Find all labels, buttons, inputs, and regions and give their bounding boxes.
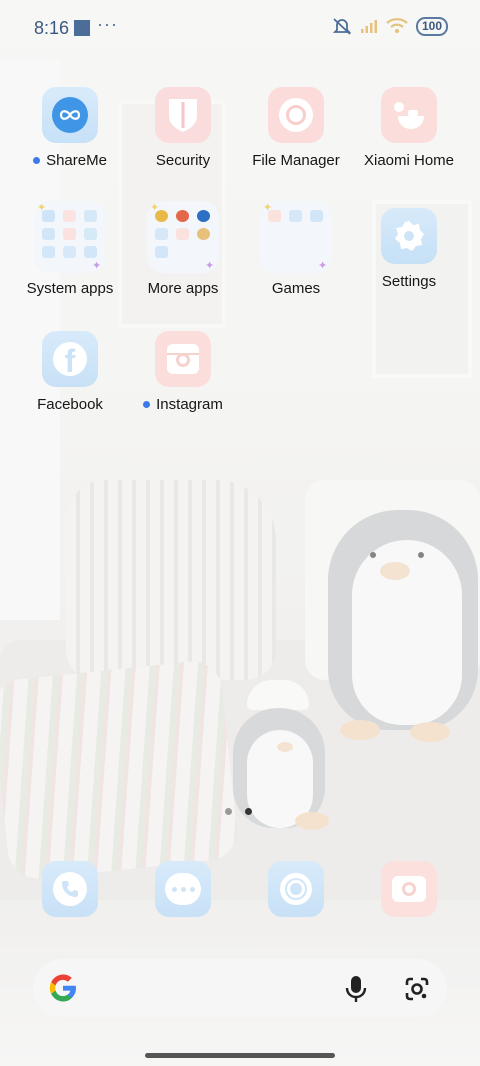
mic-icon[interactable] bbox=[344, 975, 368, 1003]
app-label: Settings bbox=[381, 273, 437, 290]
app-xiaomi-home[interactable]: Xiaomi Home bbox=[352, 87, 466, 169]
signal-icon bbox=[360, 20, 377, 33]
app-settings[interactable]: Settings bbox=[352, 208, 466, 290]
phone-icon bbox=[53, 872, 87, 906]
folder-system-apps[interactable]: ✦ ✦ System apps bbox=[13, 201, 127, 297]
more-notifications-icon: ··· bbox=[97, 14, 118, 34]
dock-chrome[interactable] bbox=[268, 861, 324, 917]
sparkle-icon: ✦ bbox=[37, 202, 47, 214]
app-label: More apps bbox=[147, 280, 219, 297]
chrome-icon bbox=[280, 873, 312, 905]
app-instagram[interactable]: Instagram bbox=[126, 331, 240, 413]
instagram-icon bbox=[155, 331, 211, 387]
xiaomi-home-icon bbox=[381, 87, 437, 143]
facebook-icon: f bbox=[42, 331, 98, 387]
app-label: Xiaomi Home bbox=[363, 152, 455, 169]
app-facebook[interactable]: f Facebook bbox=[13, 331, 127, 413]
new-indicator-dot bbox=[143, 401, 151, 408]
app-label: Instagram bbox=[156, 396, 223, 413]
shareme-icon bbox=[42, 87, 98, 143]
page-dot-active[interactable] bbox=[245, 808, 252, 815]
sparkle-icon: ✦ bbox=[263, 202, 273, 214]
dock-camera[interactable] bbox=[381, 861, 437, 917]
app-label: Games bbox=[271, 280, 321, 297]
dock-phone[interactable] bbox=[42, 861, 98, 917]
app-label: System apps bbox=[26, 280, 114, 297]
app-shareme[interactable]: ShareMe bbox=[13, 87, 127, 169]
settings-gear-icon bbox=[381, 208, 437, 264]
app-label: File Manager bbox=[252, 152, 340, 169]
google-search-bar[interactable] bbox=[33, 959, 447, 1017]
clock: 8:16 bbox=[34, 18, 70, 38]
app-label: Facebook bbox=[37, 396, 103, 413]
sparkle-icon: ✦ bbox=[318, 260, 328, 272]
page-dot[interactable] bbox=[225, 808, 232, 815]
status-bar: 8:16 ··· 100 bbox=[0, 0, 480, 56]
camera-icon bbox=[392, 876, 426, 902]
dock-messages[interactable] bbox=[155, 861, 211, 917]
google-logo-icon bbox=[49, 974, 76, 1002]
page-indicator bbox=[225, 808, 252, 815]
app-security[interactable]: Security bbox=[126, 87, 240, 169]
folder-more-apps[interactable]: ✦ ✦ More apps bbox=[126, 201, 240, 297]
sparkle-icon: ✦ bbox=[205, 260, 215, 272]
google-lens-icon[interactable] bbox=[404, 976, 430, 1002]
wifi-icon bbox=[386, 18, 408, 33]
app-label: Security bbox=[155, 152, 211, 169]
notification-square-icon bbox=[74, 20, 90, 36]
mute-bell-icon bbox=[332, 18, 352, 35]
app-label: ShareMe bbox=[46, 152, 107, 169]
sparkle-icon: ✦ bbox=[150, 202, 160, 214]
messages-icon bbox=[165, 873, 201, 905]
security-shield-icon bbox=[155, 87, 211, 143]
sparkle-icon: ✦ bbox=[92, 260, 102, 272]
battery-indicator: 100 bbox=[415, 16, 448, 36]
app-file-manager[interactable]: File Manager bbox=[239, 87, 353, 169]
new-indicator-dot bbox=[33, 157, 41, 164]
folder-games[interactable]: ✦ ✦ Games bbox=[239, 201, 353, 297]
gesture-nav-bar[interactable] bbox=[145, 1053, 335, 1058]
file-manager-icon bbox=[268, 87, 324, 143]
